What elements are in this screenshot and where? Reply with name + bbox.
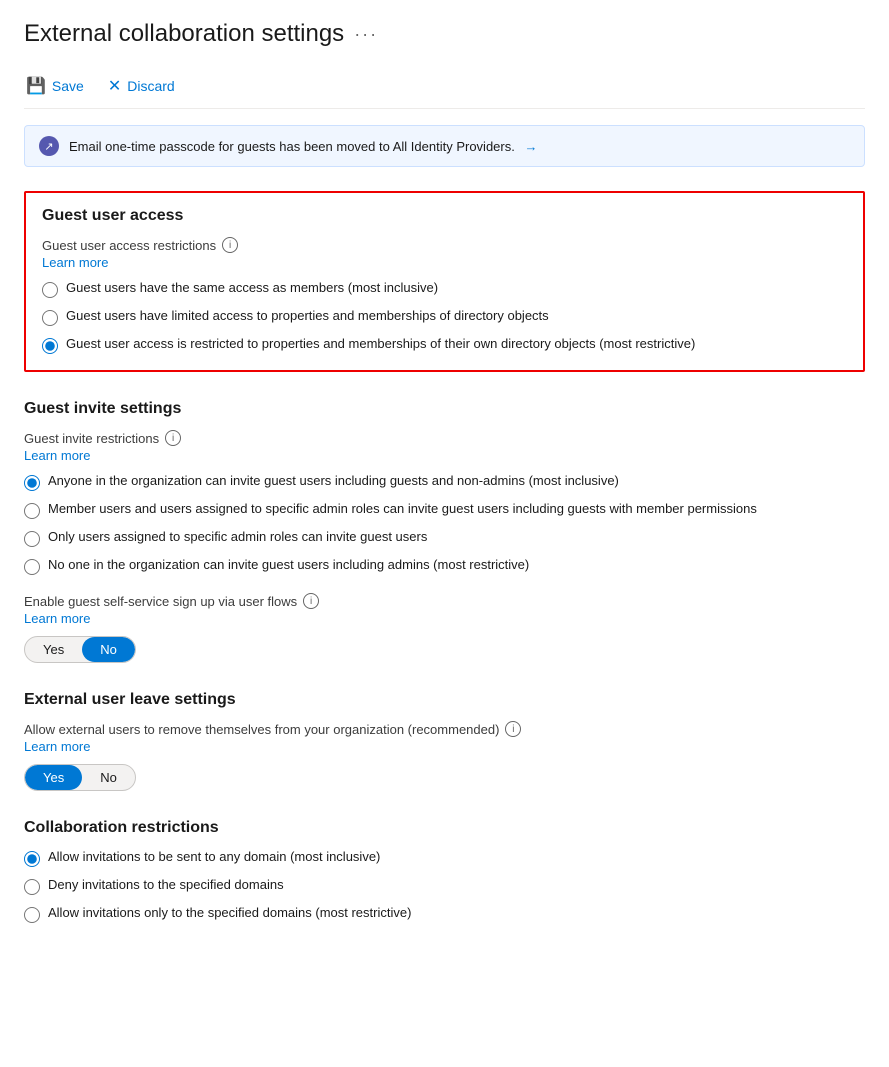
guest-invite-option-2[interactable]: Only users assigned to specific admin ro… xyxy=(24,529,865,547)
guest-invite-radio-0[interactable] xyxy=(24,475,40,491)
guest-user-access-title: Guest user access xyxy=(42,207,847,225)
collab-option-1[interactable]: Deny invitations to the specified domain… xyxy=(24,877,865,895)
collaboration-restrictions-section: Collaboration restrictions Allow invitat… xyxy=(24,819,865,923)
toolbar: 💾 Save ✕ Discard xyxy=(24,64,865,109)
discard-label: Discard xyxy=(127,78,174,94)
collab-radio-1[interactable] xyxy=(24,879,40,895)
self-service-no-button[interactable]: No xyxy=(82,637,135,662)
external-leave-no-button[interactable]: No xyxy=(82,765,135,790)
save-label: Save xyxy=(52,78,84,94)
guest-access-radio-0[interactable] xyxy=(42,282,58,298)
self-service-info-icon: i xyxy=(303,593,319,609)
guest-invite-settings-section: Guest invite settings Guest invite restr… xyxy=(24,400,865,663)
guest-access-option-0[interactable]: Guest users have the same access as memb… xyxy=(42,280,847,298)
external-user-leave-toggle-group: Yes No xyxy=(24,764,136,791)
self-service-signup-subsection: Enable guest self-service sign up via us… xyxy=(24,593,865,663)
self-service-learn-more[interactable]: Learn more xyxy=(24,611,865,626)
guest-access-info-icon: i xyxy=(222,237,238,253)
collab-option-0[interactable]: Allow invitations to be sent to any doma… xyxy=(24,849,865,867)
collaboration-restrictions-radio-group: Allow invitations to be sent to any doma… xyxy=(24,849,865,923)
guest-access-radio-2[interactable] xyxy=(42,338,58,354)
guest-invite-restrictions-label: Guest invite restrictions i xyxy=(24,430,865,446)
guest-invite-option-3[interactable]: No one in the organization can invite gu… xyxy=(24,557,865,575)
notification-icon xyxy=(39,136,59,156)
self-service-label: Enable guest self-service sign up via us… xyxy=(24,593,865,609)
guest-invite-option-0[interactable]: Anyone in the organization can invite gu… xyxy=(24,473,865,491)
guest-access-restrictions-label: Guest user access restrictions i xyxy=(42,237,847,253)
collab-radio-2[interactable] xyxy=(24,907,40,923)
self-service-yes-button[interactable]: Yes xyxy=(25,637,82,662)
notification-bar: Email one-time passcode for guests has b… xyxy=(24,125,865,167)
guest-invite-info-icon: i xyxy=(165,430,181,446)
guest-invite-learn-more[interactable]: Learn more xyxy=(24,448,865,463)
external-user-leave-title: External user leave settings xyxy=(24,691,865,709)
page-title-ellipsis: ··· xyxy=(354,24,378,45)
guest-invite-radio-2[interactable] xyxy=(24,531,40,547)
collab-radio-0[interactable] xyxy=(24,851,40,867)
external-user-leave-info-icon: i xyxy=(505,721,521,737)
collab-option-2[interactable]: Allow invitations only to the specified … xyxy=(24,905,865,923)
save-icon: 💾 xyxy=(26,76,46,96)
collaboration-restrictions-title: Collaboration restrictions xyxy=(24,819,865,837)
guest-invite-radio-1[interactable] xyxy=(24,503,40,519)
self-service-toggle-group: Yes No xyxy=(24,636,136,663)
page-title: External collaboration settings ··· xyxy=(24,20,865,48)
save-button[interactable]: 💾 Save xyxy=(24,72,86,100)
guest-invite-radio-3[interactable] xyxy=(24,559,40,575)
notification-text: Email one-time passcode for guests has b… xyxy=(69,139,537,154)
guest-invite-settings-title: Guest invite settings xyxy=(24,400,865,418)
external-user-leave-label: Allow external users to remove themselve… xyxy=(24,721,865,737)
external-leave-yes-button[interactable]: Yes xyxy=(25,765,82,790)
external-user-leave-learn-more[interactable]: Learn more xyxy=(24,739,865,754)
guest-user-access-section: Guest user access Guest user access rest… xyxy=(24,191,865,372)
guest-access-option-2[interactable]: Guest user access is restricted to prope… xyxy=(42,336,847,354)
discard-icon: ✕ xyxy=(108,76,121,96)
notification-arrow[interactable]: → xyxy=(524,139,537,154)
external-user-leave-section: External user leave settings Allow exter… xyxy=(24,691,865,791)
guest-access-option-1[interactable]: Guest users have limited access to prope… xyxy=(42,308,847,326)
page-title-text: External collaboration settings xyxy=(24,20,344,48)
guest-invite-option-1[interactable]: Member users and users assigned to speci… xyxy=(24,501,865,519)
guest-access-radio-group: Guest users have the same access as memb… xyxy=(42,280,847,354)
guest-access-radio-1[interactable] xyxy=(42,310,58,326)
guest-access-learn-more[interactable]: Learn more xyxy=(42,255,847,270)
guest-invite-radio-group: Anyone in the organization can invite gu… xyxy=(24,473,865,575)
discard-button[interactable]: ✕ Discard xyxy=(106,72,177,100)
